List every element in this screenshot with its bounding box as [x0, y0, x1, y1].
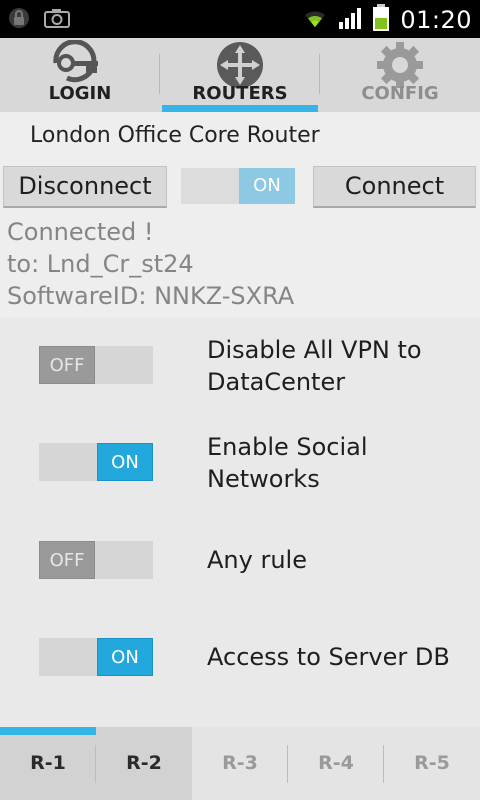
camera-icon: [44, 8, 70, 32]
status-bar: 01:20: [0, 0, 480, 38]
status-line-software-id: SoftwareID: NNKZ-SXRA: [7, 282, 295, 310]
rule-toggle[interactable]: ON: [39, 638, 153, 676]
router-tab-bar: R-1 R-2 R-3 R-4 R-5: [0, 727, 480, 800]
disconnect-button[interactable]: Disconnect: [3, 166, 167, 208]
clock: 01:20: [400, 6, 472, 34]
rule-item: OFF Any rule: [0, 509, 480, 605]
rule-label: Access to Server DB: [207, 643, 450, 671]
tab-r3[interactable]: R-3: [192, 727, 288, 800]
rule-item: OFF Disable All VPN to DataCenter: [0, 317, 480, 413]
rule-toggle-knob: OFF: [39, 541, 95, 579]
tab-r1[interactable]: R-1: [0, 727, 96, 800]
connection-status: Connected ! to: Lnd_Cr_st24 SoftwareID: …: [0, 212, 480, 317]
status-line-connected: Connected !: [7, 218, 154, 246]
top-tab-bar: LOGIN ROUTERS CONFIG: [0, 38, 480, 112]
tab-r5[interactable]: R-5: [384, 727, 480, 800]
connection-controls: Disconnect ON Connect: [0, 162, 480, 212]
rule-toggle[interactable]: OFF: [39, 346, 153, 384]
rule-item: ON Enable Social Networks: [0, 413, 480, 509]
tab-r5-label: R-5: [414, 752, 450, 774]
tab-routers-label: ROUTERS: [192, 83, 288, 104]
rule-toggle[interactable]: OFF: [39, 541, 153, 579]
tab-r2[interactable]: R-2: [96, 727, 192, 800]
tab-config-label: CONFIG: [361, 83, 439, 104]
rule-toggle-knob: ON: [97, 443, 153, 481]
rule-toggle[interactable]: ON: [39, 443, 153, 481]
tab-r2-label: R-2: [126, 752, 162, 774]
rule-label: Enable Social Networks: [207, 433, 368, 493]
rule-label: Any rule: [207, 546, 307, 574]
connection-toggle-knob: ON: [239, 168, 295, 204]
rule-toggle-knob: ON: [97, 638, 153, 676]
tab-r4[interactable]: R-4: [288, 727, 384, 800]
tab-login-label: LOGIN: [48, 83, 112, 104]
tab-r1-label: R-1: [30, 752, 66, 774]
tab-login[interactable]: LOGIN: [0, 38, 160, 112]
tab-config[interactable]: CONFIG: [320, 38, 480, 112]
connection-toggle[interactable]: ON: [181, 168, 295, 204]
tab-r4-label: R-4: [318, 752, 354, 774]
tab-routers[interactable]: ROUTERS: [160, 38, 320, 112]
router-title: London Office Core Router: [0, 112, 480, 162]
battery-icon: [372, 4, 390, 36]
connect-button[interactable]: Connect: [313, 166, 476, 208]
rule-item: ON Access to Server DB: [0, 605, 480, 701]
rule-label: Disable All VPN to DataCenter: [207, 336, 422, 396]
signal-icon: [338, 6, 362, 34]
tab-r3-label: R-3: [222, 752, 258, 774]
lock-icon: [8, 6, 30, 34]
wifi-icon: [302, 7, 328, 33]
rules-list: OFF Disable All VPN to DataCenter ON Ena…: [0, 317, 480, 727]
status-line-target: to: Lnd_Cr_st24: [7, 250, 194, 278]
rule-toggle-knob: OFF: [39, 346, 95, 384]
